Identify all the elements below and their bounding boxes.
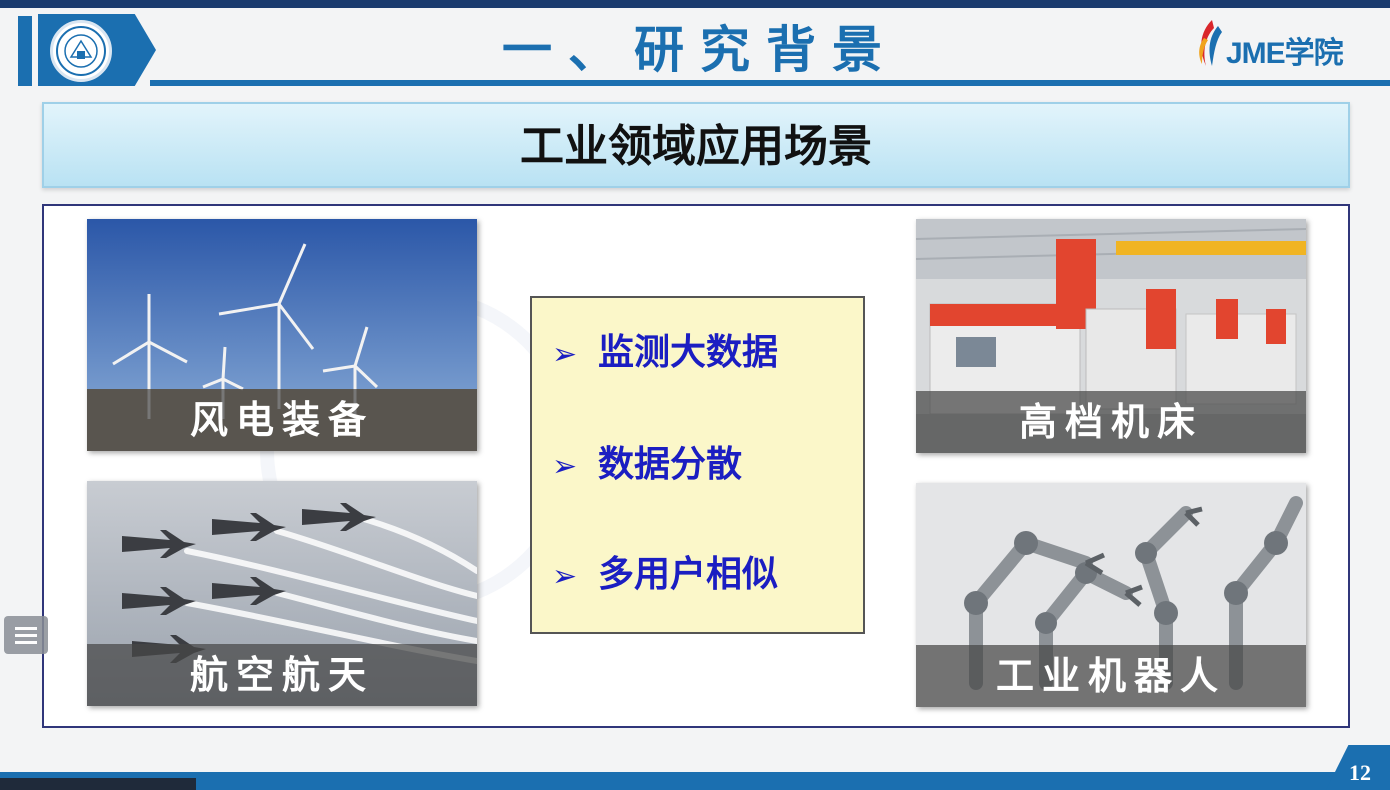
tile-aerospace: 航空航天 <box>87 481 477 706</box>
tile-label: 高档机床 <box>916 391 1306 453</box>
bullet-arrow-icon: ➢ <box>552 559 578 594</box>
brand-flame-icon <box>1199 20 1222 66</box>
key-point: ➢ 多用户相似 <box>552 550 778 600</box>
key-points-box: ➢ 监测大数据 ➢ 数据分散 ➢ 多用户相似 <box>530 296 865 634</box>
brand-logo: JME学院 <box>1192 18 1382 70</box>
tile-label: 风电装备 <box>87 389 477 451</box>
top-border <box>0 0 1390 8</box>
tile-industrial-robots: 工业机器人 <box>916 483 1306 707</box>
key-point: ➢ 数据分散 <box>552 440 742 490</box>
footer-corner-tab <box>0 778 196 790</box>
key-point-text: 监测大数据 <box>598 332 779 373</box>
brand-name: JME学院 <box>1226 37 1344 70</box>
key-point-text: 多用户相似 <box>598 554 779 595</box>
tile-label: 航空航天 <box>87 644 477 706</box>
slide: 一、研究背景 JME学院 工业领域应用场景 风电装备 航空航天 高档机床 工业机… <box>0 0 1390 790</box>
bullet-arrow-icon: ➢ <box>552 337 578 372</box>
header-accent-bar <box>18 16 32 86</box>
tile-machine-tools: 高档机床 <box>916 219 1306 453</box>
section-banner: 工业领域应用场景 <box>42 102 1350 188</box>
key-point: ➢ 监测大数据 <box>552 328 778 378</box>
tile-label: 工业机器人 <box>916 645 1306 707</box>
tile-wind-power: 风电装备 <box>87 219 477 451</box>
page-number: 12 <box>1349 760 1371 785</box>
footer-bar <box>0 772 1390 790</box>
page-title: 一、研究背景 <box>502 21 898 79</box>
university-seal-icon <box>50 20 112 82</box>
key-point-text: 数据分散 <box>598 444 743 485</box>
bullet-arrow-icon: ➢ <box>552 449 578 484</box>
menu-icon[interactable] <box>4 616 48 654</box>
banner-title: 工业领域应用场景 <box>520 121 872 172</box>
